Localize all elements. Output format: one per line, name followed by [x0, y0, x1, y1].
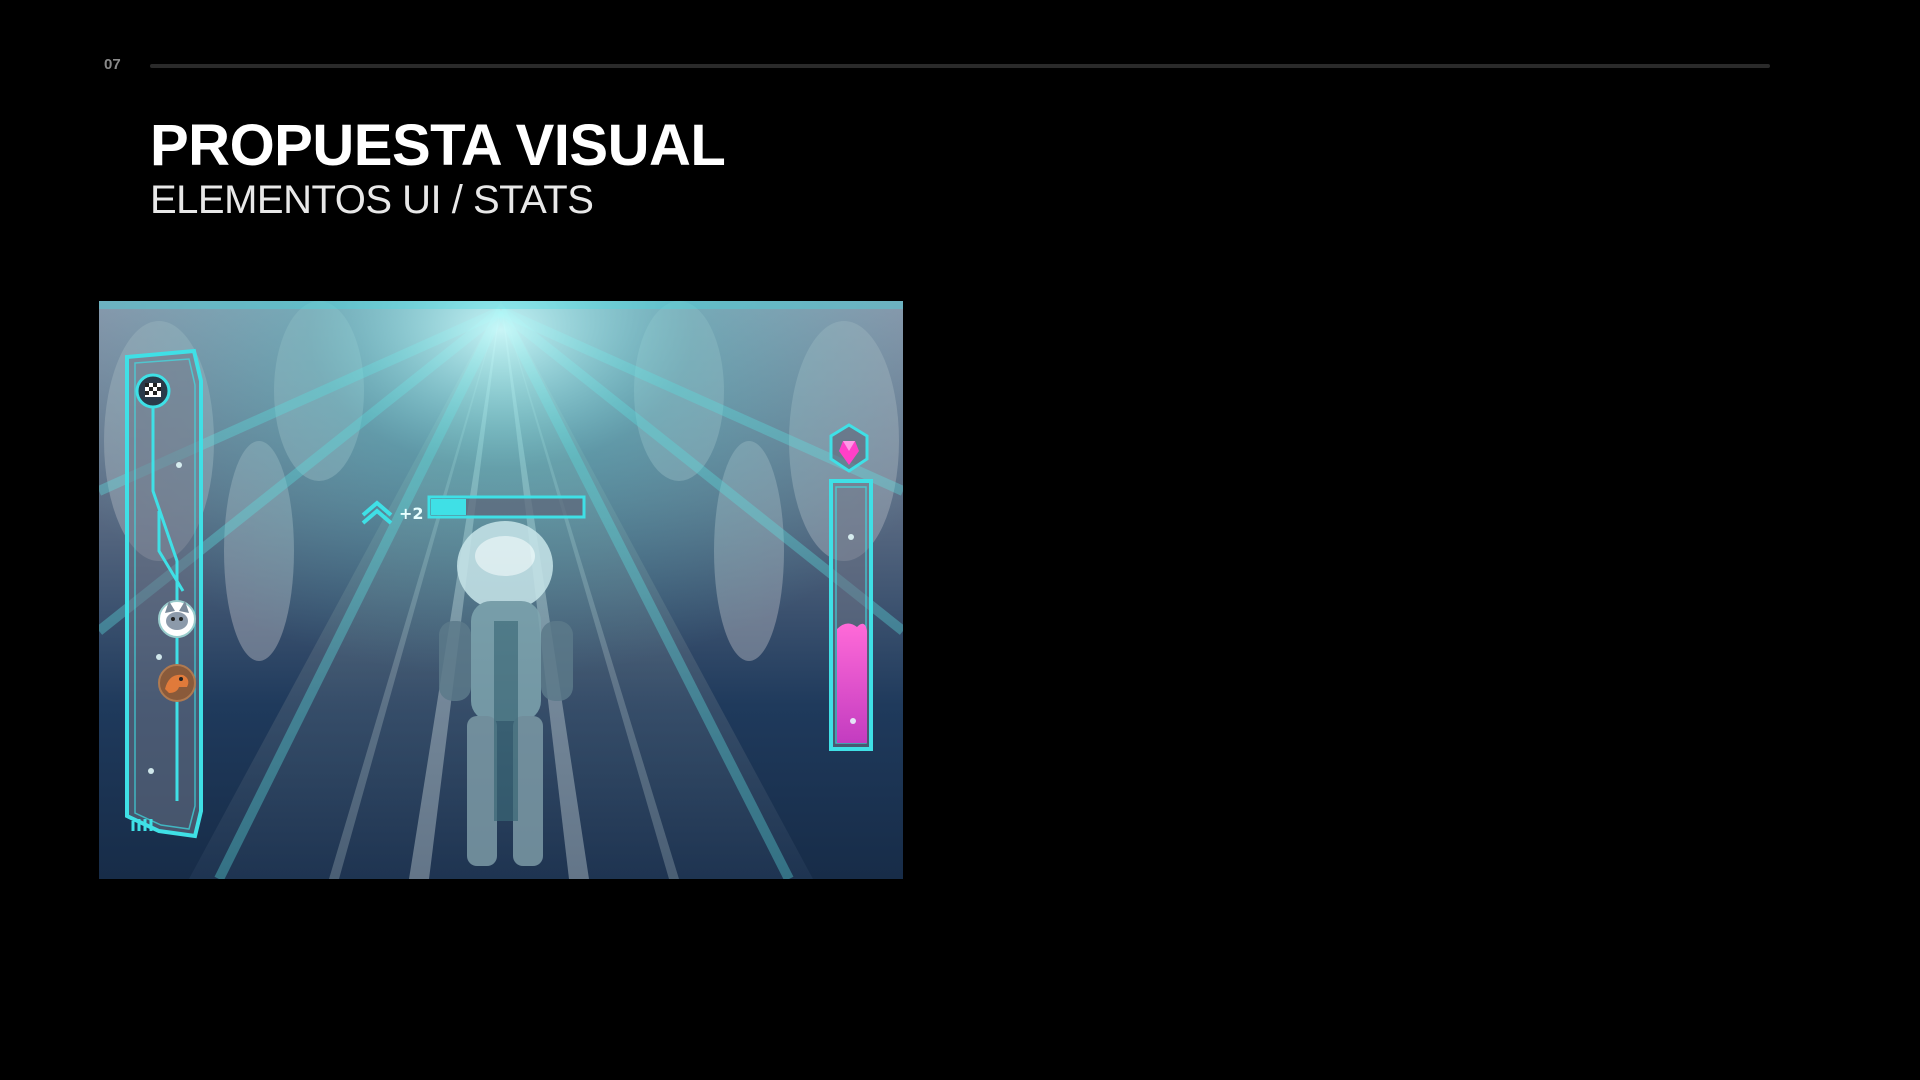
page-number: 07: [104, 56, 121, 73]
top-divider: [150, 64, 1770, 68]
game-screenshot: +2: [99, 301, 903, 879]
slide-title: PROPUESTA VISUAL: [150, 113, 726, 178]
cat-avatar-icon: [158, 600, 196, 638]
slide: 07 PROPUESTA VISUAL ELEMENTOS UI / STATS: [0, 0, 1920, 1080]
dinosaur-avatar-icon: [158, 664, 196, 702]
xp-bonus-label: +2: [399, 504, 424, 523]
game-scene: [99, 301, 903, 879]
checkered-flag-icon: [135, 373, 171, 409]
slide-subtitle: ELEMENTOS UI / STATS: [150, 178, 594, 222]
race-progress-track: [125, 348, 203, 839]
